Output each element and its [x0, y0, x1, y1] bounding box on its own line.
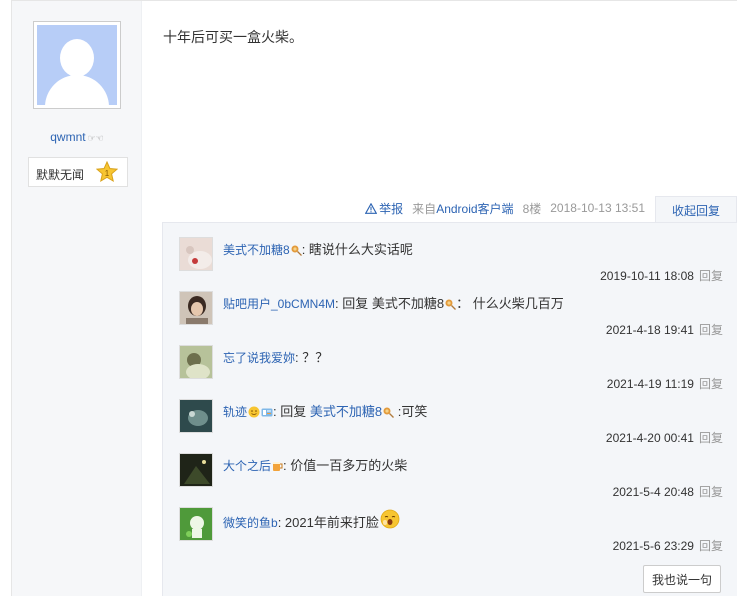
member-badge-icon — [261, 406, 273, 421]
level-star-icon: 1 — [96, 161, 118, 183]
list-item: 轨迹: 回复 美式不加糖8 :可笑 2021-4-20 00:41 回复 — [179, 399, 723, 453]
reply-text: 美式不加糖8: 瞎说什么大实话呢 — [223, 239, 413, 259]
list-item: 忘了说我爱妳: ？？ 2021-4-19 11:19 回复 — [179, 345, 723, 399]
reply-prefix: 回复 — [338, 296, 372, 311]
reply-username[interactable]: 忘了说我爱妳 — [223, 351, 295, 365]
post-datetime: 2018-10-13 13:51 — [550, 201, 645, 215]
post-floor: qwmnt ☞☜ 默默无闻 1 十年后可买一盒火柴。 举报 来自Android客户… — [11, 0, 737, 596]
level-badge[interactable]: 默默无闻 1 — [28, 157, 128, 187]
reply-time: 2021-4-20 00:41 — [605, 431, 694, 445]
list-item: 大个之后: 价值一百多万的火柴 2021-5-4 20:48 回复 — [179, 453, 723, 507]
report-label[interactable]: 举报 — [379, 200, 403, 217]
author-username[interactable]: qwmnt ☞☜ — [12, 130, 142, 144]
author-name-text[interactable]: qwmnt — [50, 130, 85, 144]
default-avatar-icon — [37, 25, 117, 105]
lollipop-badge-icon — [291, 244, 302, 259]
reply-body: ？？ — [298, 350, 329, 365]
reply-avatar[interactable] — [179, 507, 213, 541]
reply-username[interactable]: 大个之后 — [223, 459, 271, 473]
add-reply-button[interactable]: 我也说一句 — [643, 565, 721, 593]
post-tail: 举报 来自Android客户端 8楼 2018-10-13 13:51 收起回复 — [356, 196, 737, 224]
reply-meta: 2019-10-11 18:08 回复 — [600, 267, 723, 284]
reply-prefix: 回复 — [276, 404, 310, 419]
reply-list: 美式不加糖8: 瞎说什么大实话呢 2019-10-11 18:08 回复 贴吧用户… — [162, 222, 737, 596]
reply-target: 美式不加糖8 — [371, 296, 445, 311]
smile-badge-icon — [248, 406, 260, 421]
reply-meta: 2021-4-18 19:41 回复 — [606, 321, 723, 338]
reply-meta: 2021-4-19 11:19 回复 — [607, 375, 723, 392]
reply-body: ： 什么火柴几百万 — [456, 296, 564, 311]
username-suffix: ☞☜ — [87, 133, 104, 143]
reply-time: 2019-10-11 18:08 — [600, 269, 694, 283]
reply-time: 2021-5-4 20:48 — [612, 485, 694, 499]
reply-meta: 2021-5-4 20:48 回复 — [613, 483, 723, 500]
reply-avatar[interactable] — [179, 453, 213, 487]
report-link[interactable]: 举报 — [365, 200, 403, 217]
reply-target-link[interactable]: 美式不加糖8 — [310, 404, 382, 419]
reply-button[interactable]: 回复 — [699, 431, 723, 445]
reply-text: 轨迹: 回复 美式不加糖8 :可笑 — [223, 401, 427, 421]
post-content: 十年后可买一盒火柴。 — [163, 29, 303, 45]
reply-text: 大个之后: 价值一百多万的火柴 — [223, 455, 407, 475]
reply-text: 忘了说我爱妳: ？？ — [223, 347, 328, 366]
list-item: 美式不加糖8: 瞎说什么大实话呢 2019-10-11 18:08 回复 — [179, 237, 723, 291]
client-link[interactable]: Android客户端 — [436, 202, 513, 216]
reply-avatar[interactable] — [179, 345, 213, 379]
warning-icon — [365, 202, 378, 214]
reply-time: 2021-5-6 23:29 — [612, 539, 694, 553]
collapse-replies-button[interactable]: 收起回复 — [655, 196, 737, 224]
reply-button[interactable]: 回复 — [699, 539, 723, 553]
lollipop-badge-icon — [445, 298, 457, 313]
reply-body: 价值一百多万的火柴 — [286, 458, 408, 473]
reply-time: 2021-4-18 19:41 — [605, 323, 694, 337]
reply-body: 瞎说什么大实话呢 — [305, 242, 413, 257]
level-number: 1 — [105, 169, 110, 178]
reply-body: :可笑 — [394, 404, 428, 419]
reply-meta: 2021-5-6 23:29 回复 — [613, 537, 723, 554]
reply-avatar[interactable] — [179, 237, 213, 271]
reply-username[interactable]: 美式不加糖8 — [223, 243, 290, 257]
reply-button[interactable]: 回复 — [699, 377, 723, 391]
from-prefix: 来自 — [412, 201, 437, 216]
reply-body: 2021年前来打脸 — [281, 515, 379, 530]
lollipop-badge-icon — [383, 406, 395, 421]
level-label: 默默无闻 — [36, 168, 85, 182]
reply-username[interactable]: 微笑的鱼b — [223, 516, 278, 530]
yawn-emoji-icon — [380, 509, 400, 532]
reply-text: 微笑的鱼b: 2021年前来打脸 — [223, 509, 400, 532]
reply-text: 贴吧用户_0bCMN4M: 回复 美式不加糖8： 什么火柴几百万 — [223, 293, 564, 313]
author-sidebar: qwmnt ☞☜ 默默无闻 1 — [12, 1, 142, 596]
floor-number: 8楼 — [522, 201, 542, 216]
reply-avatar[interactable] — [179, 291, 213, 325]
reply-username[interactable]: 轨迹 — [223, 405, 247, 419]
reply-button[interactable]: 回复 — [699, 323, 723, 337]
reply-avatar[interactable] — [179, 399, 213, 433]
reply-time: 2021-4-19 11:19 — [606, 377, 694, 391]
list-item: 贴吧用户_0bCMN4M: 回复 美式不加糖8： 什么火柴几百万 2021-4-… — [179, 291, 723, 345]
list-item: 微笑的鱼b: 2021年前来打脸 2021-5-6 23:29 回复 — [179, 507, 723, 561]
reply-button[interactable]: 回复 — [699, 269, 723, 283]
reply-meta: 2021-4-20 00:41 回复 — [606, 429, 723, 446]
from-client: 来自Android客户端 — [412, 200, 513, 217]
reply-button[interactable]: 回复 — [699, 485, 723, 499]
author-avatar[interactable] — [33, 21, 121, 109]
reply-username[interactable]: 贴吧用户_0bCMN4M — [223, 297, 335, 311]
drink-badge-icon — [272, 460, 283, 475]
